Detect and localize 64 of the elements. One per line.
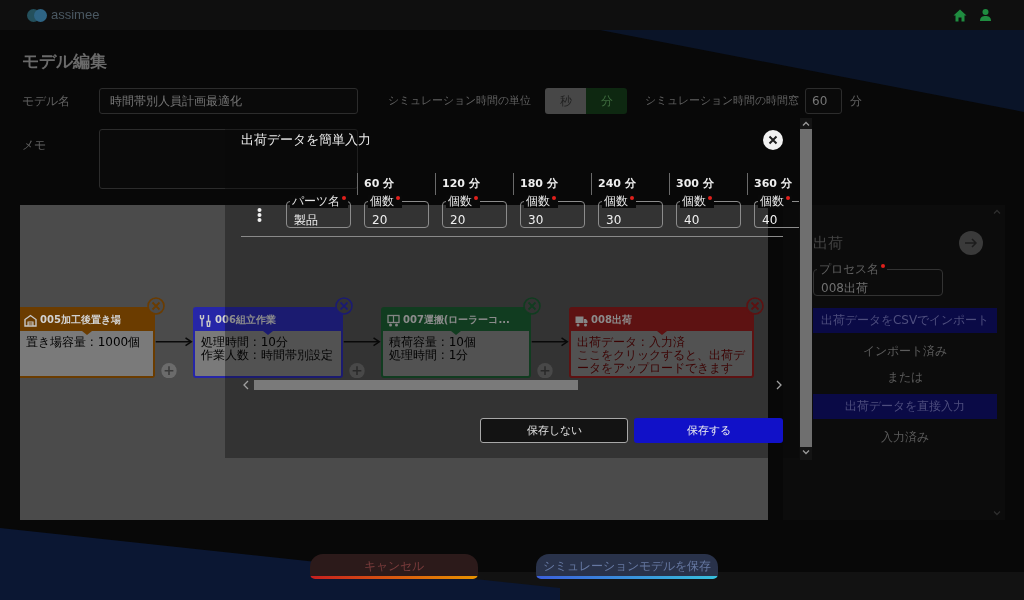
chevron-right-icon[interactable] [776, 380, 782, 390]
connector-arrow [343, 337, 381, 347]
separator-text: または [886, 370, 924, 385]
toggle-option[interactable]: 分 [586, 88, 627, 114]
connector-arrow [155, 337, 193, 347]
warehouse-icon [24, 313, 37, 327]
process-name-field[interactable]: プロセス名 008出荷 [813, 263, 943, 296]
part-name-field[interactable]: パーツ名 製品 [286, 195, 351, 228]
node-title: 005加工後置き場 [40, 314, 121, 326]
node-detail: 処理時間 : 10分 [201, 336, 289, 349]
model-name-field[interactable]: 時間帯別人員計画最適化 [99, 88, 358, 114]
process-node[interactable]: 006組立作業 処理時間 : 10分 作業人数 : 時間帯別設定 [193, 307, 343, 378]
status-text: 入力済み [880, 430, 930, 445]
save-button[interactable]: 保存する [634, 418, 783, 443]
quantity-field[interactable]: 個数 40 [754, 195, 799, 228]
user-icon[interactable] [980, 9, 991, 21]
quantity-field[interactable]: 個数 30 [598, 195, 663, 228]
kebab-menu-icon[interactable] [257, 207, 262, 222]
page-title: モデル編集 [22, 50, 108, 72]
time-window-field[interactable]: 60 [805, 88, 842, 114]
remove-icon[interactable] [335, 297, 353, 315]
logo-text: assimee [51, 7, 100, 23]
dialog-title: 出荷データを簡単入力 [241, 131, 371, 149]
add-icon[interactable] [349, 362, 365, 378]
node-detail: 処理時間 : 1分 [389, 349, 470, 362]
field-label: シミュレーション時間の時間窓 [645, 93, 799, 109]
quantity-field[interactable]: 個数 20 [364, 195, 429, 228]
logo-icon [27, 8, 47, 22]
process-node[interactable]: 007運搬(ローラーコ... 積荷容量 : 10個 処理時間 : 1分 [381, 307, 531, 378]
save-button[interactable]: シミュレーションモデルを保存 [535, 554, 718, 579]
node-title: 008出荷 [591, 314, 632, 326]
add-icon[interactable] [161, 362, 177, 378]
next-button[interactable] [959, 230, 983, 255]
field-label: メモ [22, 137, 47, 153]
chevron-down-icon[interactable] [802, 450, 810, 455]
chevron-up-icon[interactable] [802, 121, 810, 126]
add-icon[interactable] [537, 362, 553, 378]
connector-arrow [531, 337, 569, 347]
node-detail: 作業人数 : 時間帯別設定 [201, 349, 334, 362]
chevron-left-icon[interactable] [243, 380, 249, 390]
home-icon[interactable] [953, 8, 967, 22]
field-label: シミュレーション時間の単位 [388, 93, 531, 109]
node-detail: 積荷容量 : 10個 [389, 336, 477, 349]
cart-icon [387, 313, 400, 327]
quantity-field[interactable]: 個数 20 [442, 195, 507, 228]
field-label: モデル名 [22, 93, 71, 109]
status-text: インポート済み [862, 344, 948, 359]
node-detail: 出荷データ : 入力済 [577, 336, 686, 349]
node-detail: 置き場容量 : 1000個 [26, 336, 142, 349]
node-title: 007運搬(ローラーコ... [403, 314, 510, 326]
memo-field[interactable] [99, 129, 358, 189]
close-icon[interactable] [763, 130, 783, 150]
unit-label: 分 [850, 92, 862, 110]
process-node[interactable]: 008出荷 出荷データ : 入力済 ここをクリックすると、出荷データをアップロードできます [569, 307, 754, 378]
discard-button[interactable]: 保存しない [480, 418, 628, 443]
scrollbar-thumb[interactable] [254, 380, 578, 390]
node-title: 006組立作業 [215, 314, 276, 326]
quantity-field[interactable]: 個数 40 [676, 195, 741, 228]
quantity-field[interactable]: 個数 30 [520, 195, 585, 228]
node-detail: ここをクリックすると、出荷データをアップロードできます [577, 349, 746, 375]
tools-icon [199, 313, 212, 327]
panel-title: 出荷 [813, 233, 843, 252]
process-node[interactable]: 005加工後置き場 置き場容量 : 1000個 [20, 307, 155, 378]
arrow-right-icon [965, 237, 977, 248]
